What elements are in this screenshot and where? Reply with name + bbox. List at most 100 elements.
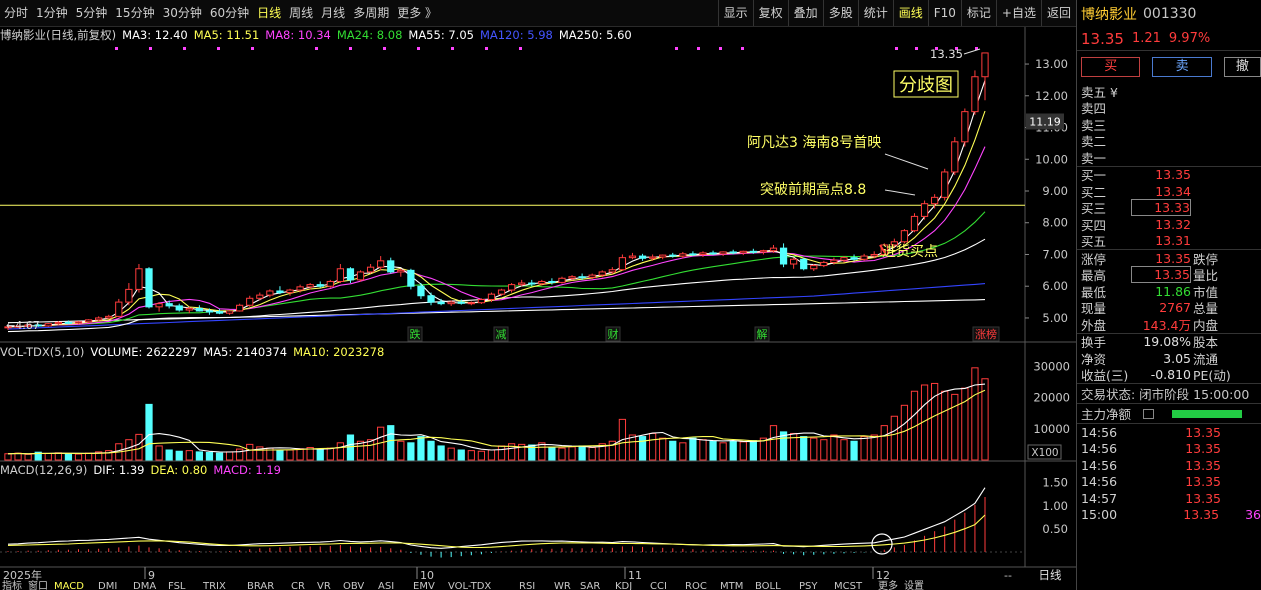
volume-bar [739,441,747,461]
quote-row: 最高 13.35 量比 [1077,266,1261,284]
buy-order-book: 买一 13.35 买二 13.34 买三 13.33 买四 13.32 买五 13.31 [1077,165,1261,250]
volume-bar [769,425,778,461]
candle [870,253,878,257]
period-tab[interactable]: 15分钟 [111,0,158,27]
tool-button[interactable]: 显示 [717,0,753,26]
sell-button[interactable]: 卖 [1152,57,1212,77]
tool-button[interactable]: 返回 [1040,0,1076,26]
tool-button[interactable]: +自选 [995,0,1041,26]
row-value: 143.4万 [1142,317,1191,333]
signal-dot [251,47,254,50]
ma55-line [7,238,986,333]
candle [910,215,919,232]
price-axis-label: 12.00 [1035,89,1068,103]
tick-time: 14:56 [1081,424,1118,440]
candle [568,276,576,279]
volume-bar [487,449,496,461]
candle [447,301,455,305]
quote-row: 最低 11.86 市值 [1077,283,1261,300]
period-tab[interactable]: 5分钟 [72,0,112,27]
candle [125,288,133,303]
period-tab[interactable]: 更多 》 [393,0,441,27]
vol-title: VOL-TDX(5,10) [0,345,85,359]
tool-button[interactable]: 叠加 [787,0,823,26]
candle [860,255,868,260]
candle [538,280,546,285]
volume-bar [236,448,244,461]
candle [840,257,848,261]
indicator-tab: RSI [519,581,535,590]
tool-button[interactable]: 多股 [822,0,858,26]
period-tab[interactable]: 30分钟 [159,0,206,27]
row-value: 13.35 [1155,250,1191,266]
period-tab[interactable]: 月线 [317,0,349,27]
cancel-button[interactable]: 撤 [1223,57,1261,77]
candle [618,257,627,271]
volume-bar [397,440,405,461]
candle [195,307,203,312]
main-flow-label: 主力净额 [1081,407,1132,422]
volume-bar [719,442,727,461]
candle [105,315,113,319]
candle [648,256,657,259]
candle [427,295,435,303]
period-tab[interactable]: 1分钟 [32,0,72,27]
candle [729,251,737,254]
high-label: 13.35 [930,47,963,61]
main-header: 博纳影业(日线,前复权) MA3: 12.40 MA5: 11.51 MA8: … [0,27,638,43]
quote-row: 卖四 [1077,100,1261,116]
tick-row: 14:56 13.35 [1077,424,1261,441]
trade-buttons: 买 卖 撤 [1077,51,1261,83]
period-tab[interactable]: 多周期 [349,0,393,27]
row-value: 13.31 [1155,233,1191,249]
vol-volume: VOLUME: 2622297 [90,345,198,359]
tick-time: 15:00 [1081,507,1118,523]
volume-bar [890,415,898,461]
row-label: 买五 [1081,234,1107,250]
price-axis-label: 8.00 [1042,216,1068,230]
signal-dot [741,47,744,50]
tool-button[interactable]: 统计 [857,0,893,26]
tool-button[interactable]: 标记 [960,0,996,26]
tick-time: 14:56 [1081,457,1118,473]
candle [316,284,324,287]
macd-title: MACD(12,26,9) [0,463,88,477]
candle [407,269,415,287]
period-tab[interactable]: 日线 [253,0,285,27]
signal-dot [217,47,220,50]
buy-button[interactable]: 买 [1081,57,1141,77]
period-tab[interactable]: 周线 [285,0,317,27]
volume-bar [538,442,546,461]
price-pct: 9.97% [1168,31,1211,46]
quote-panel: 博纳影业 001330 13.35 1.21 9.97% 买 卖 撤 卖五 ¥ 卖… [1076,0,1261,590]
ma24-value: MA24: 8.08 [336,28,403,42]
volume-bar [659,437,667,461]
candle [457,301,465,304]
tool-button[interactable]: 复权 [752,0,788,26]
candle [215,311,224,314]
volume-bar [951,393,959,461]
candle [548,280,556,283]
candle [437,301,445,305]
signal-dot [915,47,918,50]
volume-bar [568,446,576,461]
tool-button[interactable]: 画线 [892,0,928,26]
tool-button[interactable]: F10 [927,0,961,26]
tick-price: 13.35 [1185,424,1221,440]
grid-icon[interactable] [1143,408,1154,419]
signal-dot [895,47,898,50]
candle [256,294,264,299]
candle [608,269,616,273]
signal-dot [183,47,186,50]
period-tab[interactable]: 60分钟 [206,0,253,27]
volume-bar [679,442,687,461]
chart-area[interactable]: 13.0012.0011.0010.009.008.007.006.005.00… [0,27,1076,590]
breakout-annotation: 突破前期高点8.8 [760,181,866,198]
period-tab[interactable]: 分时 [0,0,32,27]
vol-ma10: MA10: 2023278 [293,345,385,359]
indicator-tab: EMV [413,581,435,590]
macd-axis-label: 1.50 [1042,476,1068,490]
price-axis-label: 6.00 [1042,279,1068,293]
volume-bar [709,440,717,461]
kline-chart[interactable]: 13.0012.0011.0010.009.008.007.006.005.00… [0,27,1076,590]
